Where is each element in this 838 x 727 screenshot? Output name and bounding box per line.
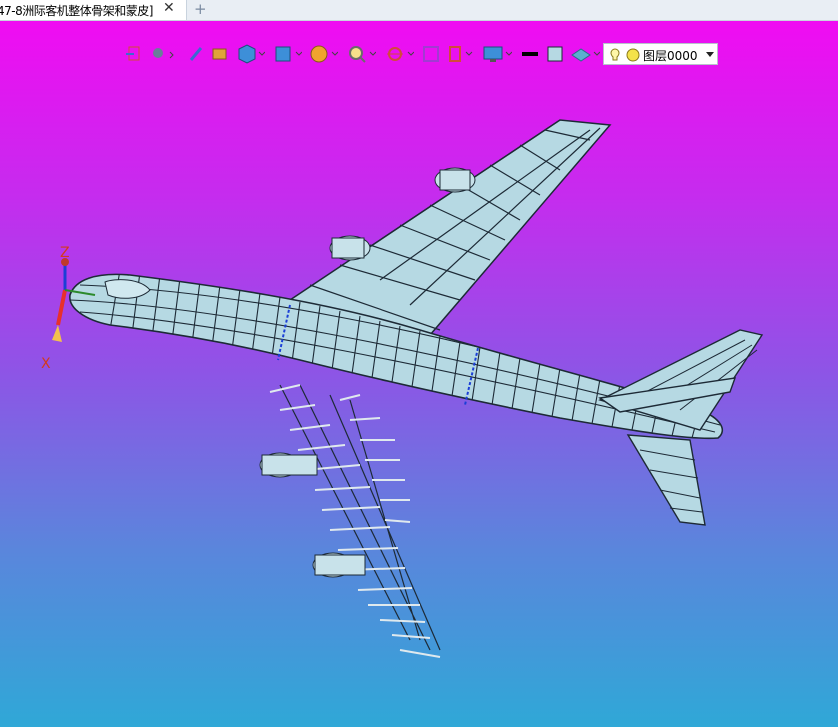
render-sphere-icon[interactable] — [308, 43, 338, 65]
engine-lower-inboard — [259, 452, 318, 478]
wing-upper — [288, 119, 612, 336]
section-icon[interactable] — [446, 43, 474, 65]
color-swatch-icon[interactable] — [545, 43, 565, 65]
close-icon[interactable]: ✕ — [163, 0, 175, 16]
cube-view-icon[interactable] — [235, 43, 265, 65]
x-axis-label: X — [41, 356, 51, 372]
monitor-icon[interactable] — [482, 43, 512, 65]
layer-stack-icon[interactable] — [570, 43, 600, 65]
aircraft-model[interactable]: Z X — [0, 21, 838, 727]
tab-bar: 47-8洲际客机整体骨架和蒙皮] ✕ + — [0, 0, 838, 21]
document-tab[interactable]: 47-8洲际客机整体骨架和蒙皮] ✕ — [0, 0, 187, 20]
add-tab-icon[interactable]: + — [194, 0, 207, 18]
layer-name: 图层0000 — [643, 49, 698, 63]
3d-viewport[interactable]: Z X 图层0000 — [0, 21, 838, 727]
rotate-icon[interactable] — [384, 43, 414, 65]
eraser-box-icon[interactable] — [210, 43, 230, 65]
landing-gear-skeleton — [269, 384, 441, 658]
chevron-down-icon[interactable] — [706, 52, 714, 57]
move-tool-icon[interactable] — [150, 43, 176, 65]
fit-view-icon[interactable] — [421, 43, 441, 65]
engine-upper-outboard — [434, 167, 476, 193]
layer-dropdown[interactable]: 图层0000 — [603, 43, 718, 65]
engine-lower-outboard — [312, 552, 366, 578]
display-mode-icon[interactable] — [272, 43, 302, 65]
z-axis-label: Z — [60, 245, 70, 261]
line-style-icon[interactable] — [520, 43, 540, 65]
document-tab-title: 47-8洲际客机整体骨架和蒙皮] — [0, 4, 153, 18]
lower-stabilizer — [626, 434, 706, 526]
lightbulb-icon[interactable] — [610, 47, 642, 63]
pen-icon[interactable] — [188, 43, 204, 65]
import-icon[interactable] — [125, 43, 145, 65]
engine-upper-inboard — [329, 235, 371, 261]
zoom-icon[interactable] — [346, 43, 376, 65]
